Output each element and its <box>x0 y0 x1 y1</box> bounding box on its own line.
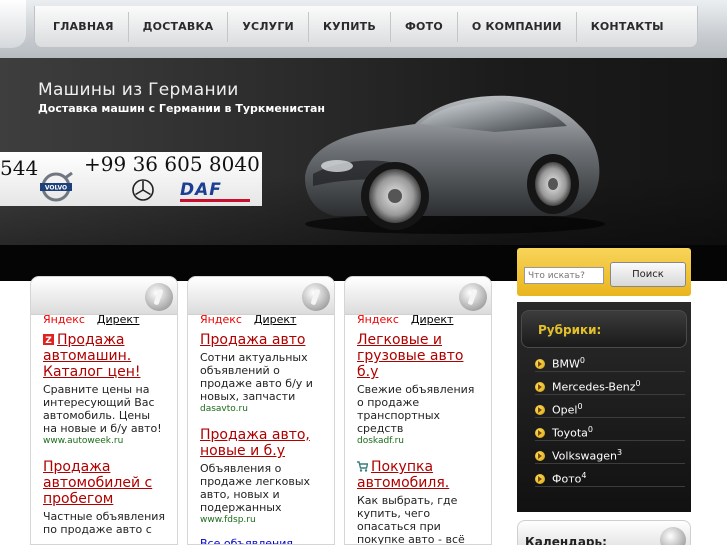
nav-item-photo[interactable]: ФОТО <box>391 11 458 42</box>
rubric-item-toyota[interactable]: Toyota0 <box>535 418 685 441</box>
nav-item-contacts[interactable]: КОНТАКТЫ <box>577 12 678 42</box>
rubric-item-photo[interactable]: Фото4 <box>535 464 685 487</box>
ad-url[interactable]: www.fdsp.ru <box>200 514 324 526</box>
ad-item: Покупка автомобиля. Как выбрать, где куп… <box>357 459 481 545</box>
bullet-arrow-icon <box>535 450 545 461</box>
ad-title-link[interactable]: Продажа автомобилей с пробегом <box>43 459 167 507</box>
search-box: Поиск <box>517 248 691 296</box>
calendar-title: Календарь: <box>525 535 607 545</box>
ad-item: Продажа автомобилей с пробегом Частные о… <box>43 459 167 536</box>
ad-text: Объявления о продаже легковых авто, новы… <box>200 462 311 514</box>
site-subtitle: Доставка машин с Германии в Туркменистан <box>38 102 326 115</box>
rubrics-panel: Рубрики: BMW0 Mercedes-Benz0 Opel0 Toyot… <box>517 302 691 512</box>
bullet-arrow-icon <box>535 358 545 369</box>
top-bar: ГЛАВНАЯ ДОСТАВКА УСЛУГИ КУПИТЬ ФОТО О КО… <box>0 0 727 58</box>
ad-column-3: Яндекс Директ Легковые и грузовые авто б.… <box>344 276 492 545</box>
all-ads-link[interactable]: Все объявления <box>200 537 293 544</box>
bullet-arrow-icon <box>535 381 545 392</box>
ad-title-link[interactable]: Продажа авто <box>200 332 324 348</box>
ad-item: Продажа авто Сотни актуальных объявлений… <box>200 332 324 415</box>
ad-text: Сотни актуальных объявлений о продаже ав… <box>200 351 313 403</box>
bullet-arrow-icon <box>535 404 545 415</box>
phone-strip: 544 +99 36 605 8040 VOLVO DAF <box>0 152 262 206</box>
calendar-panel: Календарь: <box>517 520 691 545</box>
ad-title-link[interactable]: Z Продажа автомашин. Каталог цен! <box>43 332 167 380</box>
daf-logo: DAF <box>180 180 250 202</box>
cart-icon <box>357 461 368 472</box>
car-image <box>305 95 605 234</box>
mercedes-logo-icon <box>132 179 154 201</box>
search-button[interactable]: Поиск <box>610 262 686 287</box>
ad-url[interactable]: dasavto.ru <box>200 403 324 415</box>
ad-text: Частные объявления по продаже авто с <box>43 510 166 536</box>
rubric-item-opel[interactable]: Opel0 <box>535 395 685 418</box>
phone-fragment: 544 <box>0 156 39 180</box>
svg-text:Z: Z <box>45 336 52 345</box>
column-badge-icon <box>145 283 173 311</box>
site-title: Машины из Германии <box>38 80 239 100</box>
rubric-item-mercedes[interactable]: Mercedes-Benz0 <box>535 372 685 395</box>
ad-item: Z Продажа автомашин. Каталог цен! Сравнит… <box>43 332 167 447</box>
rubrics-title: Рубрики: <box>538 323 602 337</box>
ad-title-link[interactable]: Покупка автомобиля. <box>357 459 481 491</box>
rubrics-list: BMW0 Mercedes-Benz0 Opel0 Toyota0 Volksw… <box>535 349 685 487</box>
ad-item: Легковые и грузовые авто б.у Свежие объя… <box>357 332 481 447</box>
bullet-arrow-icon <box>535 427 545 438</box>
ad-url[interactable]: www.autoweek.ru <box>43 435 167 447</box>
ad-text: Как выбрать, где купить, чего опасаться … <box>357 494 465 545</box>
header-banner: Машины из Германии Доставка машин с Герм… <box>0 58 727 245</box>
favicon-icon: Z <box>43 334 54 345</box>
nav-item-home[interactable]: ГЛАВНАЯ <box>39 11 129 42</box>
column-badge-icon <box>302 283 330 311</box>
nav-item-buy[interactable]: КУПИТЬ <box>309 11 391 42</box>
svg-text:VOLVO: VOLVO <box>45 185 67 192</box>
nav-item-services[interactable]: УСЛУГИ <box>228 11 309 42</box>
ad-title-link[interactable]: Продажа авто, новые и б.у <box>200 427 324 459</box>
ad-text: Свежие объявления о продаже транспортных… <box>357 383 475 435</box>
ad-item: Продажа авто, новые и б.у Объявления о п… <box>200 427 324 526</box>
ad-text: Сравните цены на интересующий Вас автомо… <box>43 383 162 435</box>
nav-item-delivery[interactable]: ДОСТАВКА <box>129 11 229 42</box>
ad-title-link[interactable]: Легковые и грузовые авто б.у <box>357 332 481 380</box>
nav-item-about[interactable]: О КОМПАНИИ <box>458 11 577 42</box>
bullet-arrow-icon <box>535 473 545 484</box>
main-nav: ГЛАВНАЯ ДОСТАВКА УСЛУГИ КУПИТЬ ФОТО О КО… <box>34 6 698 48</box>
calendar-badge-icon <box>660 527 686 545</box>
column-badge-icon <box>459 283 487 311</box>
ad-url[interactable]: doskadf.ru <box>357 435 481 447</box>
phone-number: +99 36 605 8040 <box>84 152 260 176</box>
rubric-item-volkswagen[interactable]: Volkswagen3 <box>535 441 685 464</box>
volvo-logo-icon: VOLVO <box>40 172 73 202</box>
search-input[interactable] <box>524 267 604 284</box>
rubric-item-bmw[interactable]: BMW0 <box>535 349 685 372</box>
ad-column-1: Яндекс Директ Z Продажа автомашин. Каталог… <box>30 276 178 545</box>
ad-column-2: Яндекс Директ Продажа авто Сотни актуальн… <box>187 276 335 545</box>
